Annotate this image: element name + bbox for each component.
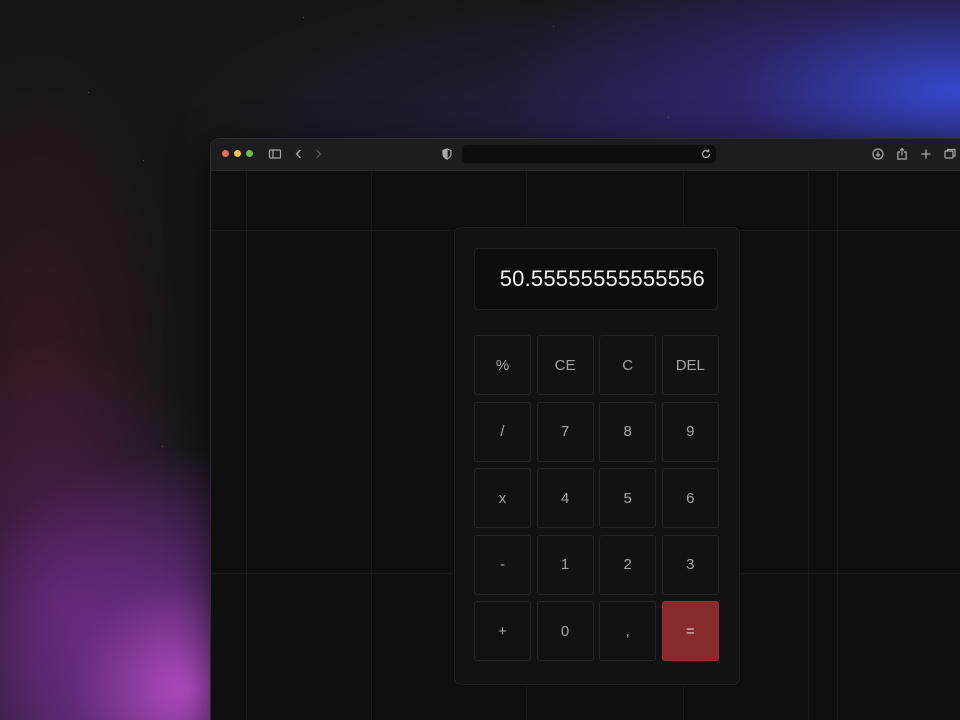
clear-key[interactable]: C: [599, 335, 657, 395]
digit-5-key[interactable]: 5: [599, 468, 657, 528]
reload-icon[interactable]: [700, 148, 712, 160]
wallpaper-star: [668, 117, 669, 118]
divide-key[interactable]: /: [474, 401, 531, 462]
address-bar[interactable]: [462, 145, 716, 163]
new-tab-icon[interactable]: [919, 147, 933, 161]
subtract-key[interactable]: -: [474, 534, 531, 595]
digit-6-key[interactable]: 6: [661, 468, 719, 528]
add-key[interactable]: +: [474, 601, 531, 661]
browser-toolbar: [211, 139, 960, 171]
digit-9-key[interactable]: 9: [661, 401, 719, 462]
calculator: 50.55555555555556 % CE C DEL /7 8 9 x 4 5 6 -1 2 3 +0,…: [454, 227, 740, 685]
browser-window: 50.55555555555556 % CE C DEL /7 8 9 x 4 5 6 -1 2 3 +0,…: [210, 138, 960, 720]
tabs-overview-icon[interactable]: [943, 147, 957, 161]
grid-line: [246, 171, 247, 720]
wallpaper-star: [143, 160, 144, 161]
decimal-comma-key[interactable]: ,: [599, 601, 657, 661]
back-icon[interactable]: [292, 147, 306, 161]
share-icon[interactable]: [895, 147, 909, 161]
multiply-key[interactable]: x: [474, 468, 531, 528]
calculator-keypad: % CE C DEL /7 8 9 x 4 5 6 -1 2 3 +0, =: [474, 335, 719, 661]
shield-icon[interactable]: [440, 147, 454, 161]
percent-key[interactable]: %: [474, 335, 531, 395]
digit-4-key[interactable]: 4: [536, 468, 594, 528]
digit-1-key[interactable]: 1: [536, 534, 594, 595]
minimize-window-button[interactable]: [234, 150, 241, 157]
wallpaper-star: [553, 26, 554, 27]
zoom-window-button[interactable]: [246, 150, 253, 157]
digit-3-key[interactable]: 3: [661, 534, 719, 595]
digit-7-key[interactable]: 7: [536, 401, 594, 462]
grid-line: [837, 171, 838, 720]
download-icon[interactable]: [871, 147, 885, 161]
equals-key[interactable]: =: [661, 601, 719, 661]
digit-0-key[interactable]: 0: [536, 601, 594, 661]
digit-8-key[interactable]: 8: [599, 401, 657, 462]
wallpaper-star: [88, 92, 89, 93]
calculator-display: 50.55555555555556: [474, 248, 718, 310]
page-content: 50.55555555555556 % CE C DEL /7 8 9 x 4 5 6 -1 2 3 +0,…: [211, 171, 960, 720]
forward-icon[interactable]: [311, 147, 325, 161]
sidebar-icon[interactable]: [268, 147, 282, 161]
grid-line: [371, 171, 372, 720]
close-window-button[interactable]: [222, 150, 229, 157]
digit-2-key[interactable]: 2: [599, 534, 657, 595]
grid-line: [808, 171, 809, 720]
wallpaper-star: [162, 446, 163, 447]
wallpaper-star: [303, 17, 304, 18]
delete-key[interactable]: DEL: [661, 335, 719, 395]
clear-entry-key[interactable]: CE: [536, 335, 594, 395]
